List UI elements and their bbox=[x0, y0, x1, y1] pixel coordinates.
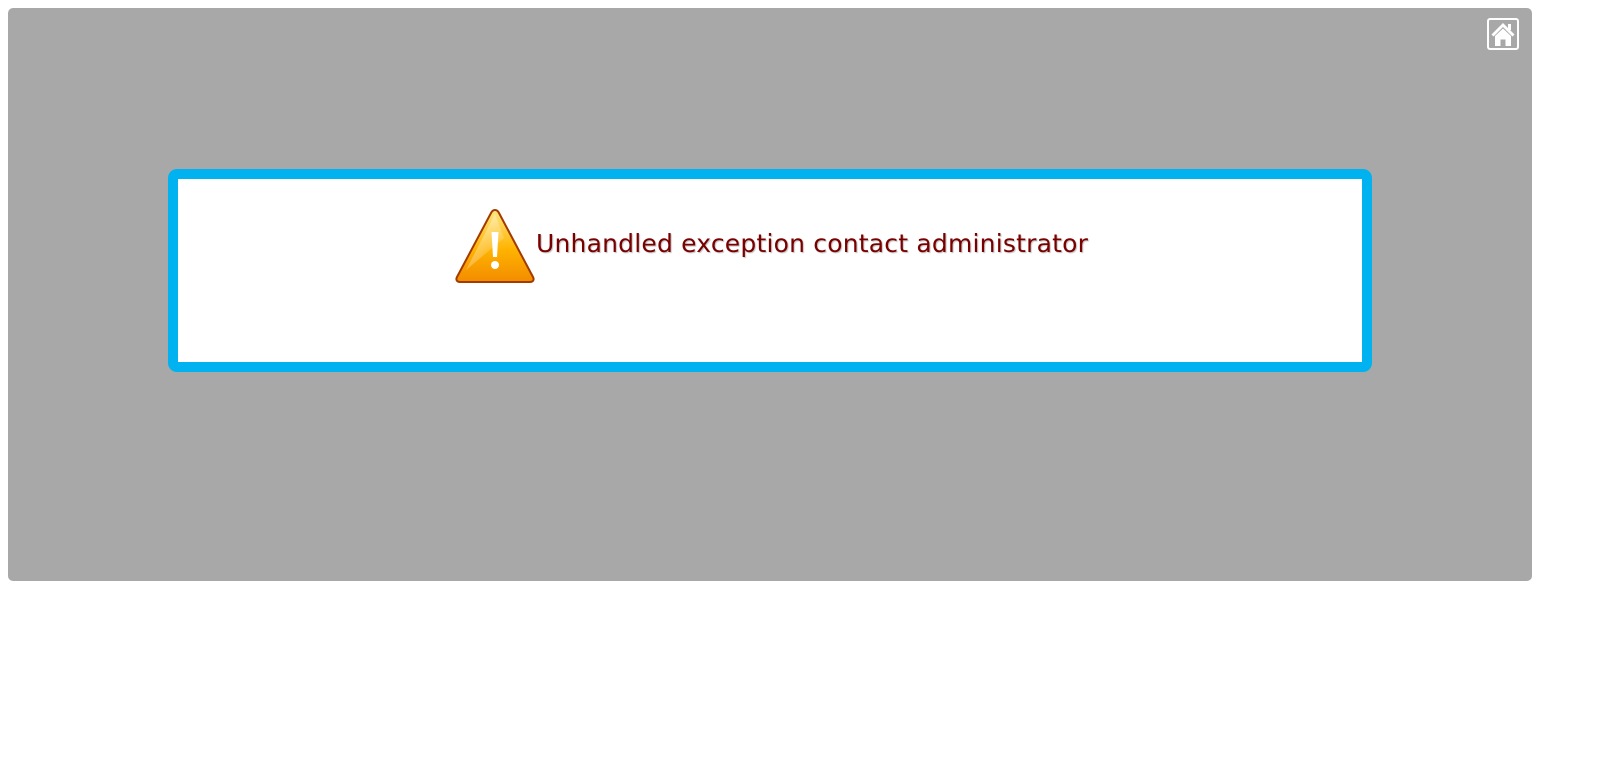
home-button[interactable] bbox=[1487, 18, 1519, 50]
error-message-row: Unhandled exception contact administrato… bbox=[454, 208, 1088, 284]
home-icon bbox=[1490, 21, 1516, 47]
error-message: Unhandled exception contact administrato… bbox=[536, 229, 1089, 258]
warning-icon bbox=[455, 208, 535, 283]
error-dialog: Unhandled exception contact administrato… bbox=[168, 169, 1372, 372]
error-overlay: Unhandled exception contact administrato… bbox=[8, 8, 1532, 581]
